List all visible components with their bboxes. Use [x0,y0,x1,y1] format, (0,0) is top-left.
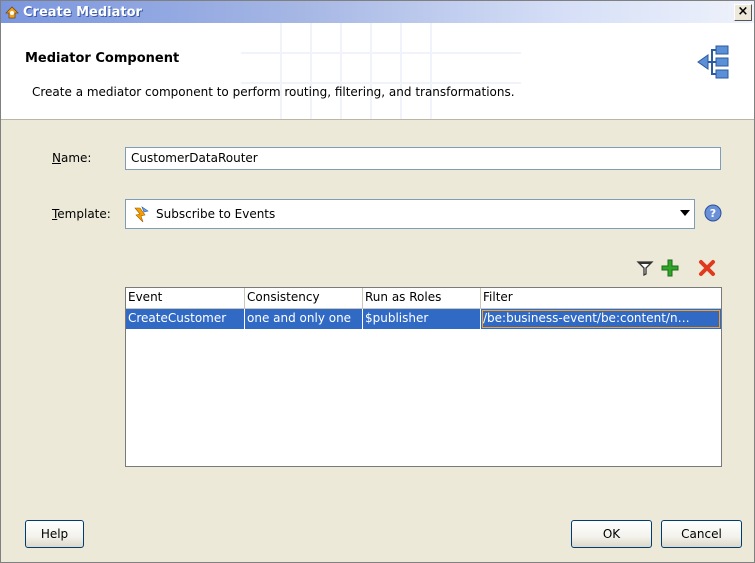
template-selected-value: Subscribe to Events [156,207,276,221]
window-title: Create Mediator [23,4,142,20]
mediator-app-icon [5,6,19,19]
title-bar[interactable]: Create Mediator × [1,1,754,23]
chevron-down-icon[interactable] [680,210,690,216]
template-label: Template: [52,207,111,221]
cell-filter[interactable]: /be:business-event/be:content/n… [481,309,721,329]
cancel-button[interactable]: Cancel [661,520,742,548]
dialog-header: Mediator Component Create a mediator com… [1,23,754,120]
column-header-filter[interactable]: Filter [481,288,721,308]
header-title: Mediator Component [25,51,180,66]
filter-icon[interactable] [636,259,654,277]
event-lightning-icon [134,206,149,223]
help-icon[interactable]: ? [704,204,722,222]
header-decoration [241,23,521,119]
column-header-consistency[interactable]: Consistency [245,288,363,308]
delete-icon[interactable] [698,259,716,277]
ok-button[interactable]: OK [571,520,652,548]
table-header-row: Event Consistency Run as Roles Filter [126,288,721,309]
svg-text:?: ? [710,207,716,220]
name-field[interactable]: CustomerDataRouter [125,147,721,170]
header-description: Create a mediator component to perform r… [32,85,515,99]
cell-run-as-roles[interactable]: $publisher [363,309,481,329]
cell-consistency[interactable]: one and only one [245,309,363,329]
mediator-routing-icon [697,45,729,79]
column-header-event[interactable]: Event [126,288,245,308]
column-header-run-as-roles[interactable]: Run as Roles [363,288,481,308]
event-table[interactable]: Event Consistency Run as Roles Filter Cr… [125,287,722,467]
template-select[interactable]: Subscribe to Events [125,199,695,229]
name-label: Name: [52,151,92,165]
help-button[interactable]: Help [25,520,84,548]
cell-event[interactable]: CreateCustomer [126,309,245,329]
table-row[interactable]: CreateCustomer one and only one $publish… [126,309,721,329]
add-icon[interactable] [661,259,679,277]
create-mediator-dialog: Create Mediator × Mediator Component Cre… [0,0,755,563]
close-button[interactable]: × [734,4,752,21]
